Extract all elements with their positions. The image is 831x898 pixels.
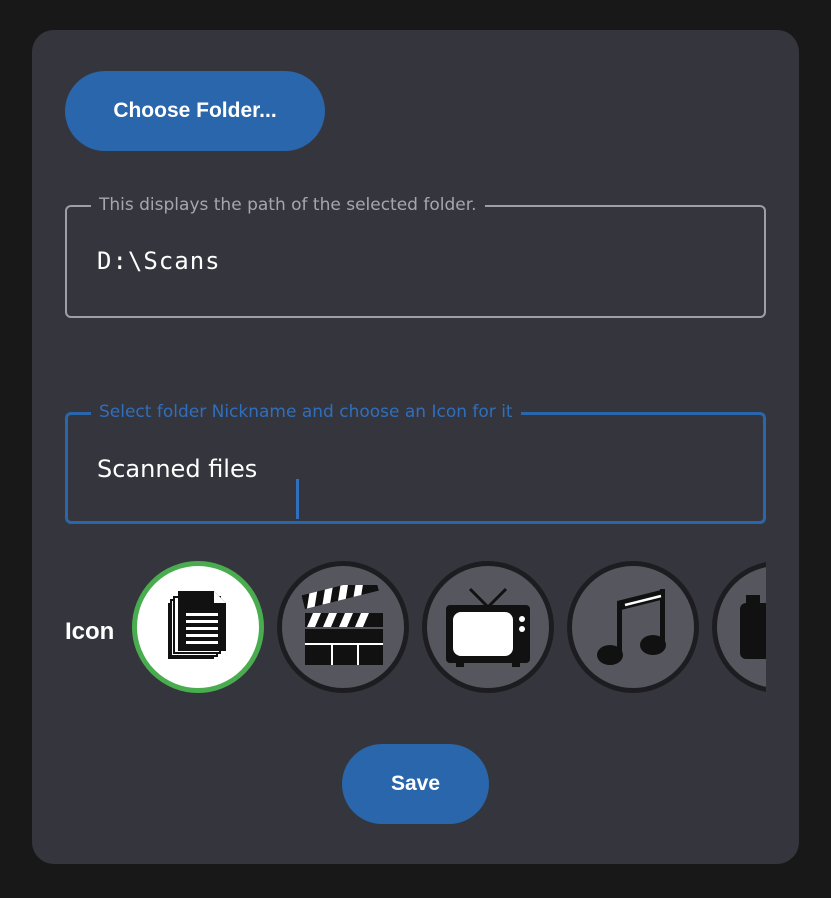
icon-option-camera[interactable] — [712, 561, 766, 693]
icon-option-television[interactable] — [422, 561, 554, 693]
music-note-icon — [597, 589, 666, 665]
nickname-input[interactable] — [97, 451, 717, 487]
text-caret — [296, 479, 299, 519]
folder-path-legend: This displays the path of the selected f… — [91, 195, 485, 215]
choose-folder-label: Choose Folder... — [113, 99, 277, 122]
clapperboard-icon — [301, 585, 383, 665]
nickname-legend: Select folder Nickname and choose an Ico… — [91, 402, 521, 422]
nickname-field[interactable]: Select folder Nickname and choose an Ico… — [65, 402, 766, 524]
documents-icon — [168, 591, 226, 659]
icon-picker[interactable] — [132, 556, 766, 706]
television-icon — [446, 587, 530, 667]
folder-path-field: This displays the path of the selected f… — [65, 195, 766, 318]
icon-option-clapperboard[interactable] — [277, 561, 409, 693]
save-label: Save — [390, 772, 441, 795]
camera-icon — [740, 595, 766, 659]
folder-path-value: D:\Scans — [97, 247, 221, 275]
icon-option-documents[interactable] — [132, 561, 264, 693]
folder-dialog: Choose Folder... This displays the path … — [32, 30, 799, 864]
icon-option-music[interactable] — [567, 561, 699, 693]
choose-folder-button[interactable]: Choose Folder... — [65, 71, 325, 151]
save-button[interactable]: Save — [342, 744, 489, 824]
icon-label: Icon — [65, 618, 115, 645]
